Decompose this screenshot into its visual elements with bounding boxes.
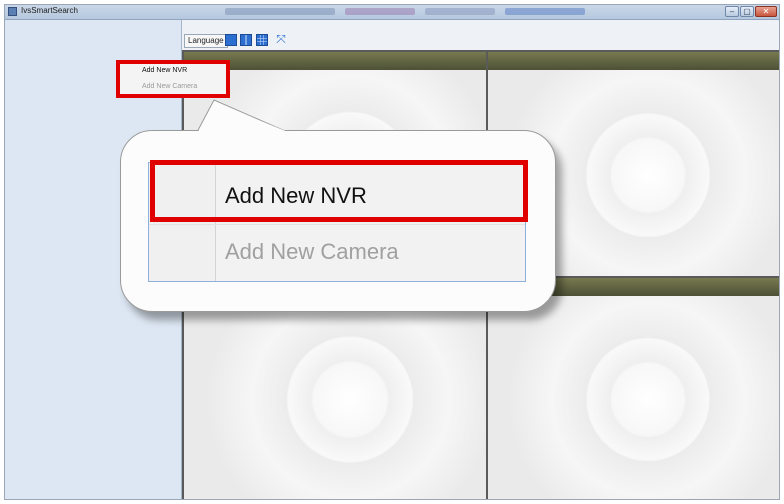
video-cell[interactable] [488,278,779,499]
title-bar: IvsSmartSearch – ▢ ✕ [5,5,779,20]
three-by-three-view-icon[interactable] [256,34,268,46]
app-icon [8,7,17,16]
language-button[interactable]: Language [184,34,228,48]
window-title: IvsSmartSearch [21,6,78,15]
fullscreen-icon[interactable]: ⤧ [275,33,287,46]
close-button[interactable]: ✕ [755,6,777,17]
highlight-box [116,60,230,98]
blurred-taskbar-item [345,8,415,15]
toolbar: Language ⤧ [182,20,779,50]
two-by-two-view-icon[interactable] [240,34,252,46]
single-view-icon[interactable] [225,34,237,46]
blurred-taskbar-item [225,8,335,15]
blurred-taskbar-item [425,8,495,15]
blurred-taskbar-item [505,8,585,15]
maximize-button[interactable]: ▢ [740,6,754,17]
menu-divider [149,224,525,225]
window-controls: – ▢ ✕ [725,6,777,17]
callout-menu-item-add-new-camera: Add New Camera [225,239,399,264]
camera-title-bar [488,52,779,70]
highlight-box [150,160,528,222]
minimize-button[interactable]: – [725,6,739,17]
